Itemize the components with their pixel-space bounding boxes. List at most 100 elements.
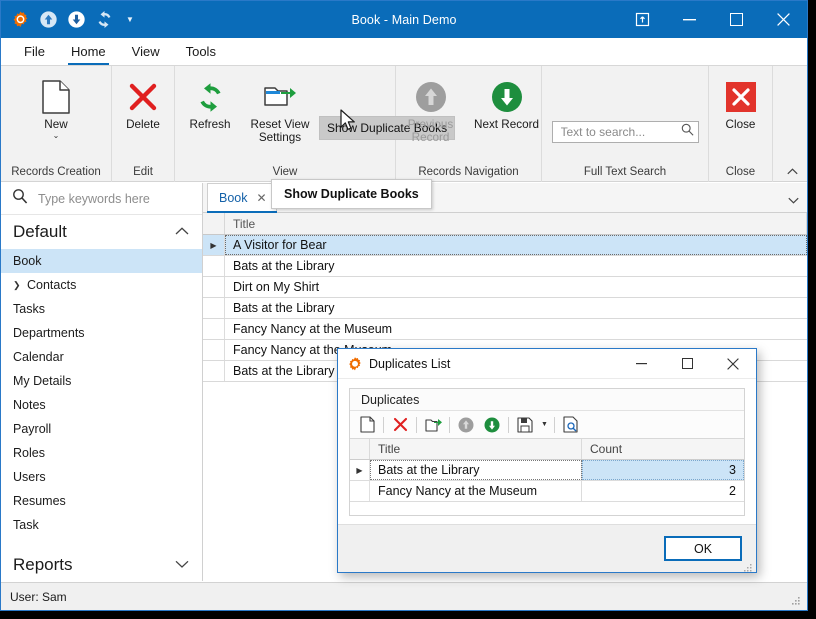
close-icon[interactable]: ✕ [257, 191, 267, 205]
delete-button[interactable]: Delete [112, 74, 174, 146]
export-icon[interactable] [512, 413, 538, 437]
sidebar-item-payroll[interactable]: Payroll [1, 417, 202, 441]
ribbon-tab-view[interactable]: View [119, 41, 173, 65]
sidebar-item-task[interactable]: Task [1, 513, 202, 537]
cell-count[interactable]: 2 [582, 481, 744, 501]
restore-down-button[interactable] [713, 1, 760, 38]
export-dropdown-icon[interactable]: ▼ [538, 413, 551, 437]
search-icon[interactable] [12, 188, 28, 209]
print-preview-icon[interactable] [558, 413, 584, 437]
ribbon-display-options-button[interactable] [619, 1, 666, 38]
chevron-up-icon[interactable] [175, 226, 189, 238]
dialog-close-button[interactable] [710, 349, 756, 379]
nav-group-reports[interactable]: Reports [1, 548, 202, 581]
sidebar-item-my-details[interactable]: My Details [1, 369, 202, 393]
table-row[interactable]: ▶ A Visitor for Bear [203, 235, 807, 256]
dialog-minimize-button[interactable] [618, 349, 664, 379]
sidebar-item-book[interactable]: Book [1, 249, 202, 273]
dialog-resize-grip-icon[interactable] [744, 560, 753, 572]
gear-icon [347, 356, 363, 372]
navigation-search[interactable] [1, 183, 202, 215]
new-button[interactable]: New ⌄ [25, 74, 87, 146]
navigation-search-input[interactable] [36, 190, 191, 207]
reset-view-settings-button[interactable]: Reset View Settings [243, 74, 317, 146]
table-row[interactable]: Bats at the Library [203, 298, 807, 319]
ribbon-group-edit: Delete Edit [112, 66, 175, 182]
cell-title[interactable]: Bats at the Library [225, 256, 807, 276]
column-header-title[interactable]: Title [225, 213, 807, 234]
green-refresh-icon [195, 79, 226, 115]
document-tab-label: Book [219, 191, 248, 205]
document-tab-book[interactable]: Book ✕ [207, 183, 277, 213]
chevron-right-icon[interactable]: ❯ [13, 280, 27, 291]
sidebar-item-tasks[interactable]: Tasks [1, 297, 202, 321]
ok-button[interactable]: OK [664, 536, 742, 561]
new-document-icon [41, 79, 71, 115]
table-row[interactable]: ▶ Bats at the Library 3 [350, 460, 744, 481]
table-row[interactable]: Fancy Nancy at the Museum 2 [350, 481, 744, 502]
new-record-icon[interactable] [354, 413, 380, 437]
row-indicator [203, 340, 225, 360]
refresh-button[interactable]: Refresh [179, 74, 241, 146]
next-record-button-label: Next Record [474, 118, 539, 131]
collapse-ribbon-button[interactable] [783, 162, 801, 180]
sidebar-item-notes[interactable]: Notes [1, 393, 202, 417]
duplicates-grid: Title Count ▶ Bats at the Library 3 Fanc… [350, 439, 744, 515]
full-text-search-input[interactable] [558, 123, 681, 140]
title-bar: ▼ Book - Main Demo [1, 1, 807, 38]
row-indicator [203, 298, 225, 318]
previous-record-icon[interactable] [453, 413, 479, 437]
tab-list-dropdown-icon[interactable] [788, 196, 799, 206]
minimize-button[interactable] [666, 1, 713, 38]
delete-record-icon[interactable] [387, 413, 413, 437]
resize-grip-icon[interactable] [792, 595, 802, 605]
cell-title[interactable]: Dirt on My Shirt [225, 277, 807, 297]
sidebar-item-contacts[interactable]: ❯ Contacts [1, 273, 202, 297]
sidebar-item-users[interactable]: Users [1, 465, 202, 489]
previous-record-button[interactable]: Previous Record [394, 74, 468, 146]
status-user-text: User: Sam [10, 589, 67, 604]
next-record-button[interactable]: Next Record [470, 74, 544, 146]
dialog-maximize-button[interactable] [664, 349, 710, 379]
ribbon-group-label-edit: Edit [133, 166, 153, 178]
navigation-list: Default Book ❯ Contacts Tasks Department… [1, 215, 202, 581]
table-row[interactable]: Bats at the Library [203, 256, 807, 277]
column-header-title[interactable]: Title [370, 439, 582, 459]
ribbon-tab-tools[interactable]: Tools [173, 41, 229, 65]
document-tab-strip: Book ✕ Show Duplicate Books [203, 179, 807, 213]
table-row[interactable]: Dirt on My Shirt [203, 277, 807, 298]
sidebar-item-resumes[interactable]: Resumes [1, 489, 202, 513]
sidebar-item-departments[interactable]: Departments [1, 321, 202, 345]
cell-title[interactable]: Bats at the Library [370, 460, 582, 480]
search-icon[interactable] [681, 123, 694, 141]
cell-title[interactable]: Fancy Nancy at the Museum [225, 319, 807, 339]
ribbon-group-label-full-text-search: Full Text Search [583, 166, 667, 178]
chevron-down-icon[interactable] [175, 559, 189, 571]
close-button[interactable] [760, 1, 807, 38]
sidebar-item-roles[interactable]: Roles [1, 441, 202, 465]
red-close-box-icon [725, 79, 757, 115]
ribbon-group-label-close: Close [725, 166, 756, 178]
nav-group-default-label: Default [13, 222, 67, 241]
sidebar-item-calendar[interactable]: Calendar [1, 345, 202, 369]
cell-title[interactable]: Fancy Nancy at the Museum [370, 481, 582, 501]
column-header-count[interactable]: Count [582, 439, 744, 459]
dialog-body: Duplicates ▼ Title Count ▶ Bats at the L… [338, 379, 756, 524]
cell-title[interactable]: A Visitor for Bear [225, 235, 807, 255]
sidebar-item-label: My Details [13, 374, 72, 388]
duplicates-toolbar: ▼ [350, 411, 744, 439]
cell-count[interactable]: 3 [582, 460, 744, 480]
ribbon-tab-home[interactable]: Home [58, 41, 119, 65]
table-row[interactable]: Fancy Nancy at the Museum [203, 319, 807, 340]
ribbon-tab-file[interactable]: File [11, 41, 58, 65]
open-record-icon[interactable] [420, 413, 446, 437]
next-record-icon[interactable] [479, 413, 505, 437]
nav-group-default[interactable]: Default [1, 215, 202, 249]
cell-title[interactable]: Bats at the Library [225, 298, 807, 318]
green-down-arrow-circle-icon [491, 79, 523, 115]
full-text-search-box[interactable] [551, 120, 699, 143]
ribbon-tab-strip: File Home View Tools [1, 38, 807, 65]
close-record-button[interactable]: Close [710, 74, 772, 146]
sidebar-item-label: Tasks [13, 302, 45, 316]
chevron-down-icon[interactable]: ⌄ [53, 132, 60, 140]
